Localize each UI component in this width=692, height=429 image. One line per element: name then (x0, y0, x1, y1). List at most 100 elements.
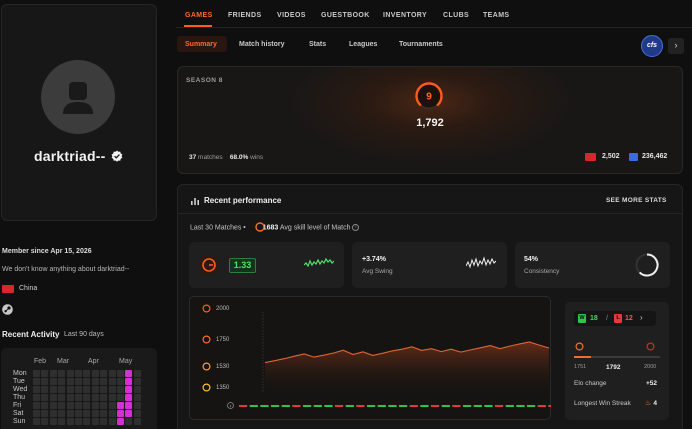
activity-cell (33, 394, 40, 401)
activity-cell (108, 394, 116, 401)
tab-clubs[interactable]: CLUBS (443, 12, 469, 19)
activity-cell (83, 410, 91, 417)
subtab-stats[interactable]: Stats (309, 41, 326, 48)
activity-cell (66, 378, 74, 385)
activity-cell (49, 370, 57, 377)
activity-cell (41, 418, 49, 425)
loss-result-mark (292, 405, 301, 407)
avatar[interactable] (41, 60, 115, 134)
activity-cell (125, 378, 133, 385)
more-button[interactable]: › (668, 38, 684, 54)
activity-cell (83, 418, 91, 425)
range-current: 1792 (606, 364, 621, 371)
subtab-leagues[interactable]: Leagues (349, 41, 377, 48)
last-matches-label: Last 30 Matches • (190, 224, 246, 232)
winrate-label: wins (250, 154, 264, 161)
activity-cell (58, 378, 66, 385)
chevron-right-icon[interactable]: › (640, 313, 643, 322)
activity-cell (117, 394, 124, 401)
season-elo: 1,792 (416, 117, 444, 129)
activity-cell (117, 402, 124, 409)
elo-change-value: +52 (645, 380, 657, 387)
country-rank[interactable]: 2,502 (602, 153, 620, 160)
loss-result-mark (335, 405, 344, 407)
tab-guestbook[interactable]: GUESTBOOK (321, 12, 370, 19)
activity-cell (83, 370, 91, 377)
world-rank[interactable]: 236,462 (642, 153, 667, 160)
win-result-mark (388, 405, 397, 407)
winrate-value: 68.0% (229, 154, 249, 161)
see-more-stats-link[interactable]: SEE MORE STATS (606, 197, 667, 204)
win-result-mark (516, 405, 525, 407)
consistency-value: 54% (524, 256, 539, 263)
loss-result-mark (431, 405, 440, 407)
info-icon[interactable]: i (352, 224, 360, 231)
win-result-mark (484, 405, 493, 407)
tab-games[interactable]: GAMES (185, 12, 213, 19)
subtab-match-history[interactable]: Match history (239, 41, 285, 48)
win-result-mark (505, 405, 514, 407)
chart-info-icon[interactable] (227, 402, 234, 409)
win-result-mark (377, 405, 386, 407)
performance-title: Recent performance (204, 196, 282, 205)
activity-cell (33, 370, 40, 377)
activity-cell (66, 386, 74, 393)
recent-activity-title: Recent Activity (2, 330, 60, 339)
activity-cell (91, 370, 99, 377)
win-result-mark (367, 405, 376, 407)
activity-cell (125, 418, 133, 425)
tab-inventory[interactable]: INVENTORY (383, 12, 427, 19)
tab-teams[interactable]: TEAMS (483, 12, 510, 19)
matches-count: 37 (189, 154, 197, 161)
activity-cell (91, 378, 99, 385)
y-tick-label: 2000 (216, 306, 230, 312)
steam-icon[interactable] (2, 304, 13, 315)
activity-cell (66, 402, 74, 409)
loss-tag: L (614, 314, 622, 323)
tab-friends[interactable]: FRIENDS (228, 12, 262, 19)
game-selector-logo[interactable]: cfs (641, 35, 663, 57)
subtab-tournaments[interactable]: Tournaments (399, 41, 443, 48)
active-tab-indicator (184, 25, 212, 27)
win-result-mark (473, 405, 482, 407)
activity-cell (58, 386, 66, 393)
day-label: Thu (13, 394, 26, 401)
activity-cell (91, 386, 99, 393)
activity-cell (133, 410, 141, 417)
activity-cell (133, 370, 141, 377)
win-result-mark (463, 405, 472, 407)
last-matches-summary: Last 30 Matches • 1683 Avg skill level o… (190, 224, 360, 232)
bar-chart-icon (191, 198, 199, 205)
month-label: Apr (88, 358, 99, 365)
recent-activity-subtitle: Last 90 days (64, 331, 104, 338)
activity-cell (117, 378, 124, 385)
activity-cell (41, 386, 49, 393)
activity-cell (117, 410, 124, 417)
avg-skill-value: 1683 (262, 224, 279, 232)
loss-result-mark (495, 405, 504, 407)
activity-cell (58, 410, 66, 417)
skill-level-number: 9 (426, 92, 432, 103)
losses-count: 12 (625, 315, 633, 322)
avg-skill-label: Avg skill level of Match (279, 224, 351, 232)
activity-cell (49, 386, 57, 393)
elo-range-fill (574, 356, 592, 358)
range-high: 2000 (644, 364, 657, 370)
result-marks (239, 405, 551, 407)
activity-cell (125, 410, 133, 417)
tab-videos[interactable]: VIDEOS (277, 12, 306, 19)
activity-cell (117, 386, 124, 393)
activity-cell (108, 410, 116, 417)
day-label: Tue (13, 378, 25, 385)
activity-cell (83, 378, 91, 385)
swing-sparkline (466, 256, 496, 269)
activity-cell (58, 418, 66, 425)
win-streak-value: 4 (653, 400, 657, 407)
consistency-ring (635, 253, 659, 277)
activity-cell (125, 402, 133, 409)
country-label: China (19, 285, 38, 292)
win-result-mark (420, 405, 429, 407)
subtab-summary[interactable]: Summary (185, 41, 217, 48)
activity-cell (33, 378, 40, 385)
activity-cell (108, 386, 116, 393)
